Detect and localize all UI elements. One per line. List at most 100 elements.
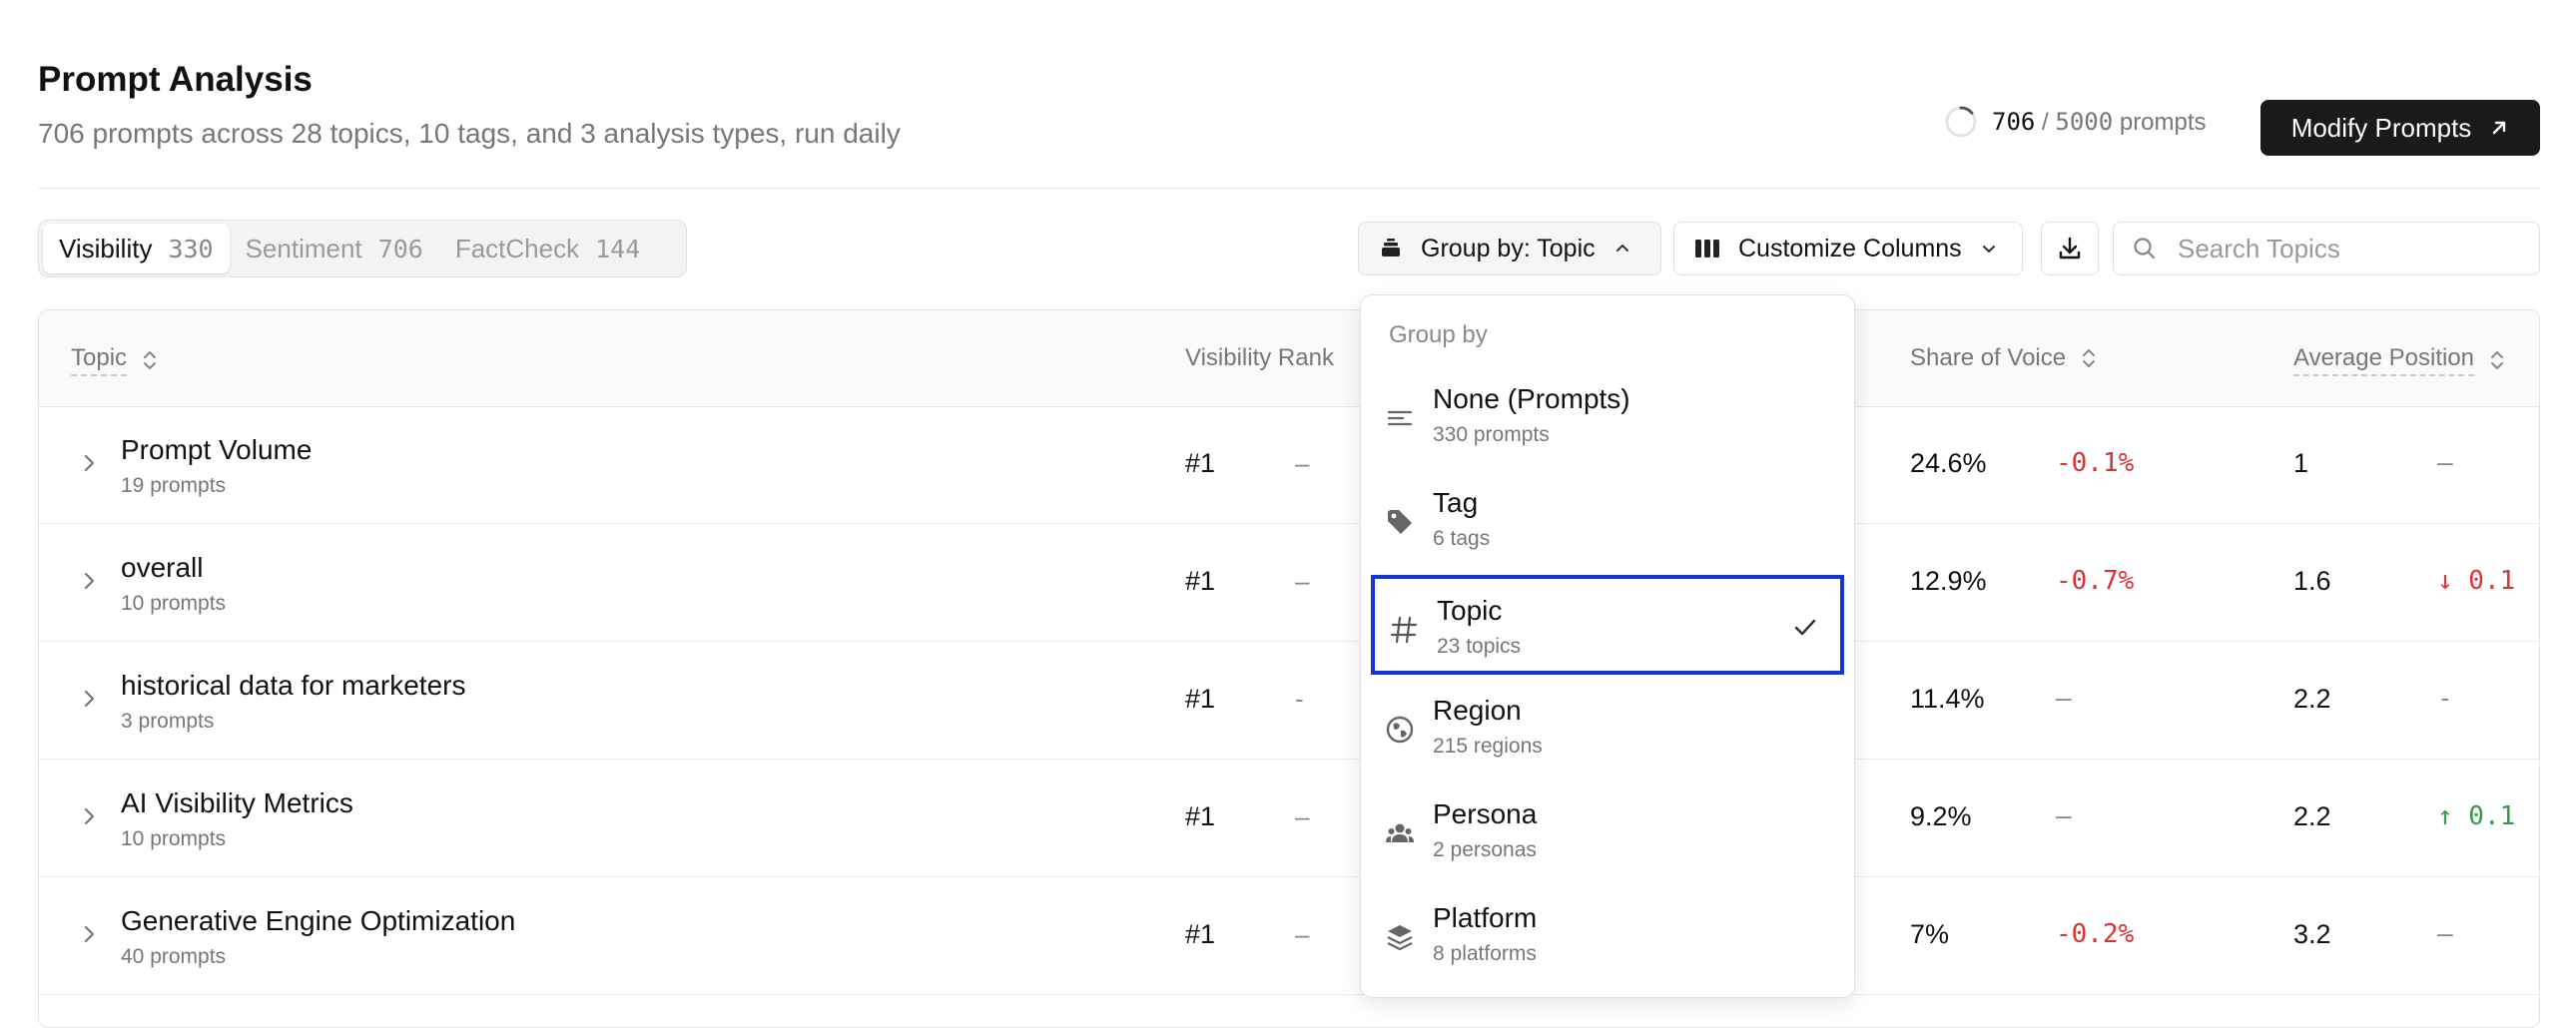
layers-icon — [1387, 925, 1413, 951]
chevron-down-icon — [1982, 246, 1995, 253]
average-position-value: 2.2 — [2293, 684, 2331, 714]
group-by-button[interactable]: Group by: Topic — [1358, 222, 1661, 275]
table-row[interactable]: overall 10 prompts #1 – 12.9% -0.7% 1.6 ↓ 0.1 — [39, 524, 2539, 642]
visibility-rank-delta: - — [1295, 684, 1304, 714]
tab-count: 706 — [377, 234, 423, 263]
group-by-option-topic[interactable]: Topic 23 topics — [1371, 575, 1844, 675]
option-label: Persona — [1433, 798, 1538, 829]
table-row[interactable]: AI Visibility Metrics 10 prompts #1 – 9.2% – 2… — [39, 760, 2539, 877]
group-by-option-tag[interactable]: Tag 6 tags — [1371, 471, 1844, 571]
modify-prompts-button[interactable]: Modify Prompts — [2260, 100, 2540, 156]
share-of-voice-delta: -0.1% — [2056, 448, 2135, 478]
download-button[interactable] — [2041, 222, 2099, 275]
average-position-value: 2.2 — [2293, 801, 2331, 831]
topic-prompt-count: 19 prompts — [121, 474, 227, 497]
average-position-delta: – — [2437, 919, 2453, 949]
option-label: Tag — [1433, 487, 1479, 518]
usage-separator: / — [2042, 108, 2049, 136]
share-of-voice-value: 12.9% — [1910, 566, 1987, 596]
share-of-voice-value: 7% — [1910, 919, 1950, 949]
column-label: Average Position — [2293, 344, 2475, 376]
visibility-rank-value: #1 — [1185, 566, 1216, 596]
usage-progress-ring-icon — [1945, 106, 1977, 138]
column-visibility-rank[interactable]: Visibility Rank — [1185, 344, 1334, 372]
tab-sentiment[interactable]: Sentiment 706 — [230, 224, 439, 273]
tab-label: Sentiment — [245, 233, 362, 263]
usage-total: 5000 — [2055, 107, 2114, 136]
chevron-right-icon[interactable] — [81, 568, 99, 594]
average-position-delta: – — [2437, 448, 2453, 478]
globe-icon — [1386, 716, 1414, 744]
average-position-value: 3.2 — [2293, 919, 2331, 949]
option-count: 8 platforms — [1433, 942, 1537, 965]
modify-prompts-label: Modify Prompts — [2290, 112, 2472, 143]
table-row[interactable]: historical data for marketers 3 prompts #1… — [39, 642, 2539, 760]
table-header: Topic Visibility Rank Share of Voice Ave… — [39, 310, 2539, 407]
arrow-up-right-icon — [2493, 121, 2506, 135]
share-of-voice-value: 24.6% — [1910, 448, 1987, 478]
average-position-value: 1.6 — [2293, 566, 2331, 596]
people-icon — [1386, 823, 1414, 842]
customize-columns-button[interactable]: Customize Columns — [1673, 222, 2023, 275]
customize-columns-label: Customize Columns — [1738, 234, 1962, 262]
analysis-type-tabs: Visibility 330 Sentiment 706 FactCheck 1… — [38, 220, 687, 277]
lines-icon — [1387, 410, 1413, 426]
chevron-right-icon[interactable] — [81, 803, 99, 829]
chevron-right-icon[interactable] — [81, 921, 99, 947]
tab-visibility[interactable]: Visibility 330 — [43, 224, 230, 273]
option-label: Platform — [1433, 902, 1538, 933]
columns-icon — [1695, 240, 1719, 257]
header-divider — [38, 188, 2540, 189]
chevron-right-icon[interactable] — [81, 686, 99, 712]
share-of-voice-value: 9.2% — [1910, 801, 1972, 831]
option-label: Region — [1433, 695, 1522, 726]
group-by-option-platform[interactable]: Platform 8 platforms — [1371, 886, 1844, 986]
topic-prompt-count: 3 prompts — [121, 710, 215, 733]
share-of-voice-delta: -0.7% — [2056, 566, 2135, 596]
share-of-voice-value: 11.4% — [1910, 684, 1985, 714]
group-by-option-persona[interactable]: Persona 2 personas — [1371, 782, 1844, 882]
topic-name: overall — [121, 552, 204, 583]
prompt-usage: 706 / 5000 prompts — [1944, 105, 2207, 139]
option-count: 215 regions — [1433, 735, 1543, 758]
visibility-rank-value: #1 — [1185, 801, 1216, 831]
download-icon — [2059, 237, 2081, 259]
group-by-menu-heading: Group by — [1389, 321, 1488, 348]
topic-prompt-count: 40 prompts — [121, 945, 227, 968]
visibility-rank-value: #1 — [1185, 448, 1216, 478]
group-by-option-region[interactable]: Region 215 regions — [1371, 679, 1844, 778]
share-of-voice-delta: – — [2056, 684, 2072, 714]
topic-name: AI Visibility Metrics — [121, 787, 353, 818]
column-share-of-voice[interactable]: Share of Voice — [1910, 344, 2096, 372]
search-input[interactable] — [2176, 232, 2519, 265]
option-label: Topic — [1437, 595, 1503, 626]
average-position-delta: ↑ 0.1 — [2437, 801, 2516, 831]
sort-icon — [2491, 351, 2504, 369]
table-row[interactable]: Prompt Volume 19 prompts #1 – 24.6% -0.1% 1 – — [39, 406, 2539, 524]
group-by-menu: Group by None (Prompts) 330 prompts Tag … — [1360, 294, 1855, 998]
chevron-right-icon[interactable] — [81, 450, 99, 476]
visibility-rank-delta: – — [1295, 919, 1310, 949]
option-label: None (Prompts) — [1433, 383, 1630, 414]
tab-factcheck[interactable]: FactCheck 144 — [439, 224, 656, 273]
group-by-option-none[interactable]: None (Prompts) 330 prompts — [1371, 367, 1844, 467]
sort-icon — [2083, 349, 2096, 367]
average-position-value: 1 — [2293, 448, 2309, 478]
tab-label: FactCheck — [454, 233, 580, 263]
tab-count: 144 — [595, 234, 641, 263]
table-row[interactable]: Generative Engine Optimization 40 prompts… — [39, 877, 2539, 995]
column-label: Topic — [71, 344, 128, 376]
page-title: Prompt Analysis — [38, 60, 313, 99]
column-average-position[interactable]: Average Position — [2293, 344, 2504, 376]
topic-prompt-count: 10 prompts — [121, 592, 227, 615]
visibility-rank-value: #1 — [1185, 919, 1216, 949]
sort-icon — [144, 351, 157, 369]
visibility-rank-delta: – — [1295, 801, 1310, 831]
visibility-rank-value: #1 — [1185, 684, 1216, 714]
tab-count: 330 — [168, 234, 214, 263]
option-count: 23 topics — [1437, 635, 1522, 658]
stack-icon — [1382, 239, 1400, 257]
topic-name: historical data for marketers — [121, 670, 466, 701]
column-topic[interactable]: Topic — [71, 344, 157, 376]
usage-unit: prompts — [2119, 108, 2207, 136]
